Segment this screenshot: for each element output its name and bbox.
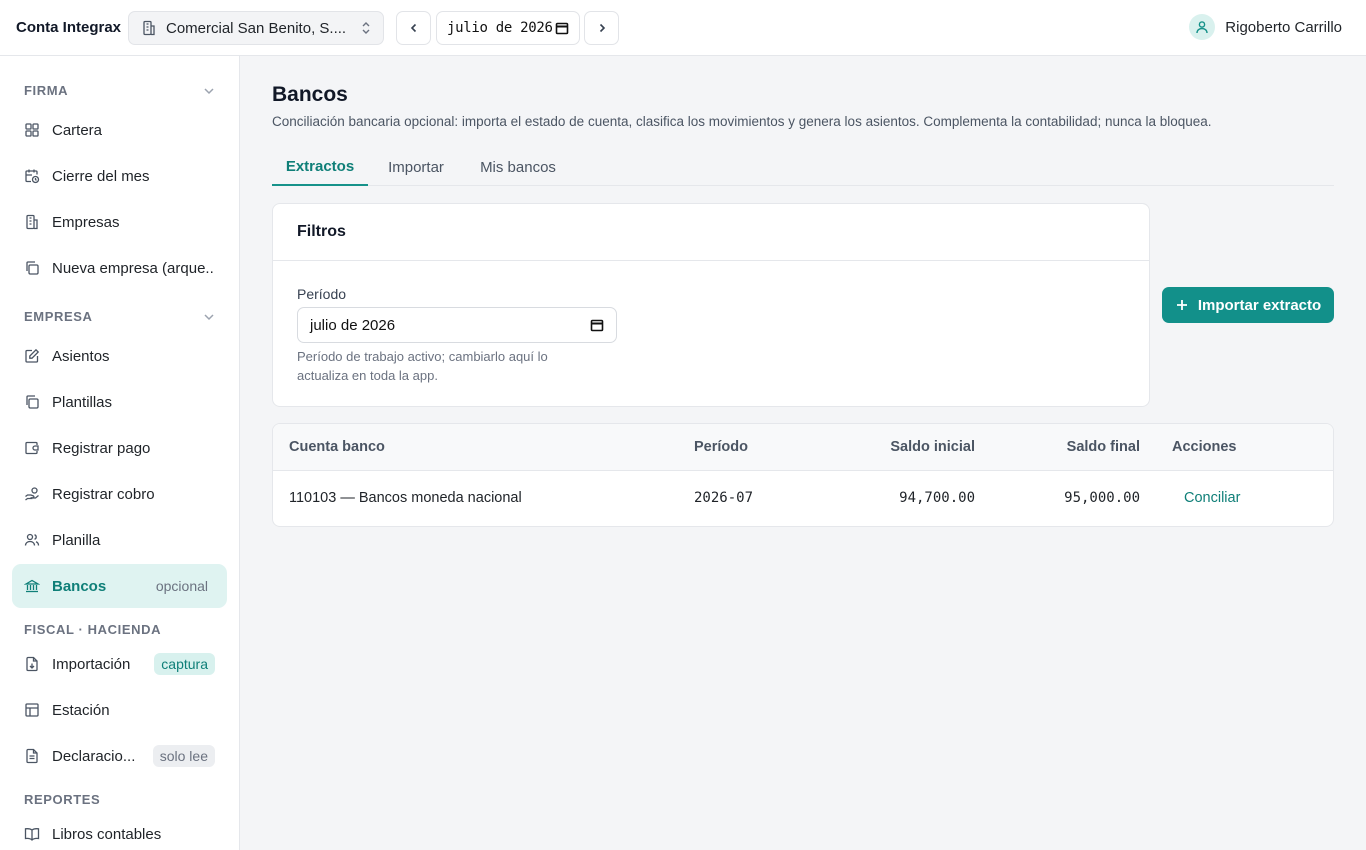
wallet-icon [24,440,40,456]
tab-importar[interactable]: Importar [376,148,456,186]
page-title: Bancos [272,83,348,106]
badge-captura: captura [154,653,215,675]
sidebar-item-nueva-empresa[interactable]: Nueva empresa (arque... [12,246,227,290]
col-saldo-final: Saldo final [1066,439,1140,455]
bank-icon [24,578,40,594]
sidebar-item-cierre-del-mes[interactable]: Cierre del mes [12,154,227,198]
main-content: Bancos Conciliación bancaria opcional: i… [240,56,1366,850]
import-statement-button[interactable]: Importar extracto [1162,287,1334,323]
cell-account: 110103 — Bancos moneda nacional [289,490,522,506]
filters-card: Filtros Período julio de 2026 Período de… [272,203,1150,407]
section-fiscal-hacienda: FISCAL · HACIENDA [24,622,162,637]
sidebar-item-plantillas[interactable]: Plantillas [12,380,227,424]
page-description: Conciliación bancaria opcional: importa … [272,114,1212,129]
chevron-down-icon [202,84,216,98]
period-date-value: julio de 2026 [310,316,396,334]
sidebar-item-empresas[interactable]: Empresas [12,200,227,244]
section-empresa[interactable]: EMPRESA [24,309,216,324]
prev-period-button[interactable] [396,11,431,45]
import-statement-label: Importar extracto [1197,296,1322,314]
cell-closing-balance: 95,000.00 [1064,490,1140,506]
user-name: Rigoberto Carrillo [1225,18,1342,36]
col-saldo-inicial: Saldo inicial [890,439,975,455]
table-header: Cuenta banco Período Saldo inicial Saldo… [273,424,1333,471]
building-icon [24,214,40,230]
section-firma[interactable]: FIRMA [24,83,216,98]
next-period-button[interactable] [584,11,619,45]
chevrons-up-down-icon [359,20,373,36]
sidebar-item-libros-contables[interactable]: Libros contables [12,812,227,850]
sidebar-item-registrar-cobro[interactable]: Registrar cobro [12,472,227,516]
chevron-down-icon [202,310,216,324]
grid-icon [24,122,40,138]
statements-table: Cuenta banco Período Saldo inicial Saldo… [272,423,1334,527]
tab-mis-bancos[interactable]: Mis bancos [468,148,568,186]
calendar-clock-icon [24,168,40,184]
sidebar-item-estacion[interactable]: Estación [12,688,227,732]
sidebar-item-bancos[interactable]: Bancos opcional [12,564,227,608]
period-picker-value: julio de 2026 [447,20,553,36]
reconcile-link[interactable]: Conciliar [1184,490,1240,506]
period-label: Período [297,286,347,302]
sidebar-item-declaraciones[interactable]: Declaracio... solo lee [12,734,227,778]
book-open-icon [24,826,40,842]
calendar-icon[interactable] [555,21,569,35]
plus-icon [1175,298,1189,312]
sidebar-item-registrar-pago[interactable]: Registrar pago [12,426,227,470]
tab-bar: Extractos Importar Mis bancos [272,148,1334,186]
table-icon [24,702,40,718]
badge-solo-lee: solo lee [152,745,215,767]
period-date-input[interactable]: julio de 2026 [297,307,617,343]
cell-period: 2026-07 [694,490,754,506]
sidebar-item-asientos[interactable]: Asientos [12,334,227,378]
filters-title: Filtros [273,204,1149,261]
users-icon [24,532,40,548]
sidebar: FIRMA Cartera Cierre del mes Empresas Nu… [0,56,240,850]
sidebar-item-cartera[interactable]: Cartera [12,108,227,152]
chevron-right-icon [599,23,605,33]
section-reportes: REPORTES [24,792,101,807]
period-hint: Período de trabajo activo; cambiarlo aqu… [297,349,548,383]
sidebar-item-planilla[interactable]: Planilla [12,518,227,562]
building-icon [141,20,157,36]
col-cuenta-banco: Cuenta banco [289,439,385,455]
company-selector[interactable]: Comercial San Benito, S.... [128,11,384,45]
copy-icon [24,260,40,276]
edit-icon [24,348,40,364]
col-acciones: Acciones [1172,439,1237,455]
table-row: 110103 — Bancos moneda nacional 2026-07 … [273,471,1333,526]
period-picker[interactable]: julio de 2026 [436,11,580,45]
app-brand: Conta Integrax [16,19,122,36]
company-name: Comercial San Benito, S.... [166,19,347,37]
calendar-icon[interactable] [590,318,604,332]
file-import-icon [24,656,40,672]
tab-extractos[interactable]: Extractos [272,148,368,186]
top-bar: Conta Integrax Comercial San Benito, S..… [0,0,1366,56]
copy-icon [24,394,40,410]
user-menu[interactable]: Rigoberto Carrillo [1189,14,1342,40]
badge-opcional: opcional [155,578,208,594]
user-avatar-icon [1189,14,1216,40]
hand-coins-icon [24,486,40,502]
col-periodo: Período [694,439,748,455]
file-text-icon [24,748,40,764]
cell-opening-balance: 94,700.00 [899,490,975,506]
chevron-left-icon [410,23,416,33]
sidebar-item-importacion[interactable]: Importación captura [12,642,227,686]
